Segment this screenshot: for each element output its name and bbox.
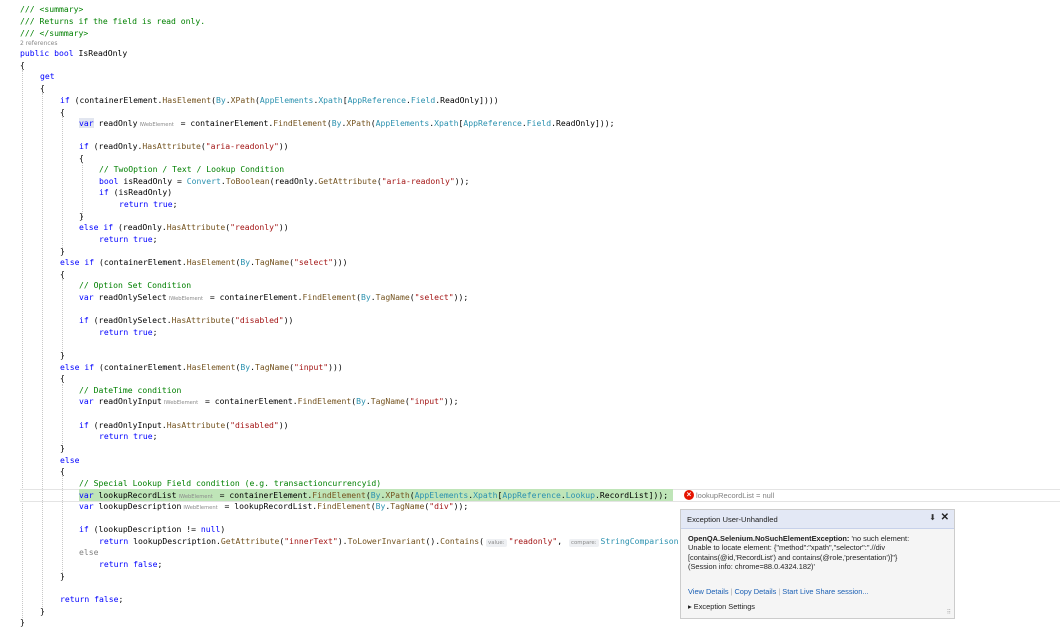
code-line: return false; xyxy=(99,559,163,569)
code-line: if (containerElement.HasElement(By.XPath… xyxy=(60,95,499,105)
close-icon[interactable]: ✕ xyxy=(941,512,949,523)
indent-guide xyxy=(42,93,43,607)
code-line: } xyxy=(60,246,65,256)
code-line: bool isReadOnly = Convert.ToBoolean(read… xyxy=(99,176,470,186)
code-line: var readOnlyInput IWebElement = container… xyxy=(79,396,459,406)
code-line: return false; xyxy=(60,594,124,604)
view-details-link[interactable]: View Details xyxy=(688,587,729,596)
code-line: else xyxy=(60,455,80,465)
code-line: if (lookupDescription != null) xyxy=(79,524,226,534)
expand-triangle-icon: ▸ xyxy=(688,602,692,611)
code-line: var lookupDescription IWebElement = looku… xyxy=(79,501,469,511)
code-line: { xyxy=(60,269,65,279)
code-line: return true; xyxy=(99,327,158,337)
code-comment: // DateTime condition xyxy=(79,385,182,395)
code-line: { xyxy=(60,466,65,476)
exception-popup: Exception User-Unhandled ⬇ ✕ OpenQA.Sele… xyxy=(680,509,955,619)
code-line: else xyxy=(79,547,99,557)
code-line: return lookupDescription.GetAttribute("i… xyxy=(99,536,679,547)
code-line: get xyxy=(40,71,55,81)
exception-type: OpenQA.Selenium.NoSuchElementException: xyxy=(688,534,850,543)
exception-popup-header: Exception User-Unhandled ⬇ ✕ xyxy=(681,510,954,529)
code-line: return true; xyxy=(99,431,158,441)
datatip-value: = null xyxy=(756,490,775,500)
code-line: if (readOnlyInput.HasAttribute("disabled… xyxy=(79,420,289,430)
code-line: { xyxy=(79,153,84,163)
doc-comment-line: /// </summary> xyxy=(20,28,89,38)
current-statement-line: var lookupRecordList IWebElement = contai… xyxy=(79,490,669,500)
exception-settings-toggle[interactable]: ▸ Exception Settings xyxy=(688,602,755,611)
live-share-link[interactable]: Start Live Share session... xyxy=(782,587,868,596)
doc-comment-line: /// <summary> xyxy=(20,4,84,14)
code-line: var readOnly IWebElement = containerEleme… xyxy=(79,118,615,128)
exception-popup-title: Exception User-Unhandled xyxy=(687,515,778,524)
code-line: { xyxy=(60,107,65,117)
code-comment: // TwoOption / Text / Lookup Condition xyxy=(99,164,285,174)
code-line: public bool IsReadOnly xyxy=(20,48,128,58)
code-line: } xyxy=(40,606,45,616)
code-line: return true; xyxy=(119,199,178,209)
datatip[interactable]: × lookupRecordList = null xyxy=(684,490,774,500)
code-line: } xyxy=(79,211,84,221)
indent-guide xyxy=(22,70,23,618)
code-comment: // Special Lookup Field condition (e.g. … xyxy=(79,478,382,488)
code-line: else if (containerElement.HasElement(By.… xyxy=(60,257,348,267)
code-line: } xyxy=(60,443,65,453)
exception-message: OpenQA.Selenium.NoSuchElementException: … xyxy=(688,534,910,571)
copy-details-link[interactable]: Copy Details xyxy=(734,587,776,596)
codelens-references[interactable]: 2 references xyxy=(20,40,58,47)
code-comment: // Option Set Condition xyxy=(79,280,192,290)
code-line: if (isReadOnly) xyxy=(99,187,173,197)
code-line: if (readOnly.HasAttribute("aria-readonly… xyxy=(79,141,289,151)
pin-icon[interactable]: ⬇ xyxy=(929,513,936,522)
code-editor[interactable]: /// <summary> /// Returns if the field i… xyxy=(0,0,1060,635)
code-line: { xyxy=(60,373,65,383)
code-line: } xyxy=(60,350,65,360)
exception-links: View Details | Copy Details | Start Live Sha… xyxy=(688,587,869,596)
code-line: } xyxy=(60,571,65,581)
indent-guide xyxy=(62,279,63,357)
indent-guide xyxy=(62,384,63,452)
code-line: return true; xyxy=(99,234,158,244)
code-line: { xyxy=(20,60,25,70)
indent-guide xyxy=(62,117,63,250)
code-line: { xyxy=(40,83,45,93)
code-line: else if (containerElement.HasElement(By.… xyxy=(60,362,343,372)
error-icon: × xyxy=(684,490,694,500)
code-line: if (readOnlySelect.HasAttribute("disable… xyxy=(79,315,294,325)
code-line: } xyxy=(20,617,25,627)
code-line: else if (readOnly.HasAttribute("readonly… xyxy=(79,222,289,232)
datatip-variable: lookupRecordList xyxy=(696,490,754,500)
doc-comment-line: /// Returns if the field is read only. xyxy=(20,16,206,26)
code-line: var readOnlySelect IWebElement = containe… xyxy=(79,292,469,302)
resize-grip-icon[interactable]: ⠿ xyxy=(947,609,951,616)
